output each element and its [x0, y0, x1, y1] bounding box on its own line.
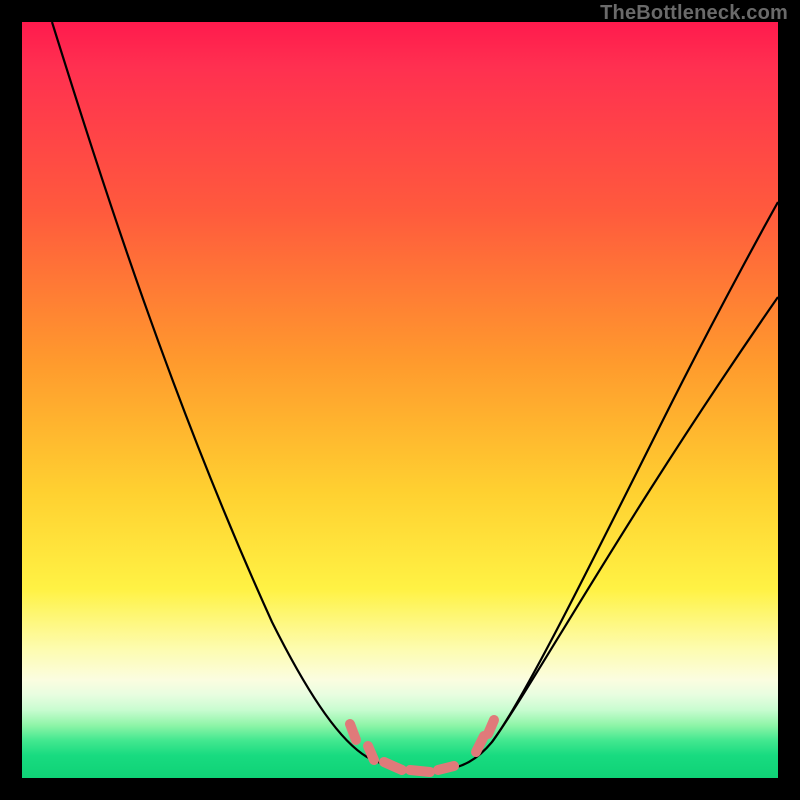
chart-plot-area	[22, 22, 778, 778]
bottleneck-curve-rise	[492, 297, 778, 742]
watermark-text: TheBottleneck.com	[600, 2, 788, 25]
bottleneck-curve-svg	[22, 22, 778, 778]
chart-frame: TheBottleneck.com	[0, 0, 800, 800]
bottleneck-curve-path	[52, 22, 778, 770]
highlight-markers	[350, 720, 494, 772]
